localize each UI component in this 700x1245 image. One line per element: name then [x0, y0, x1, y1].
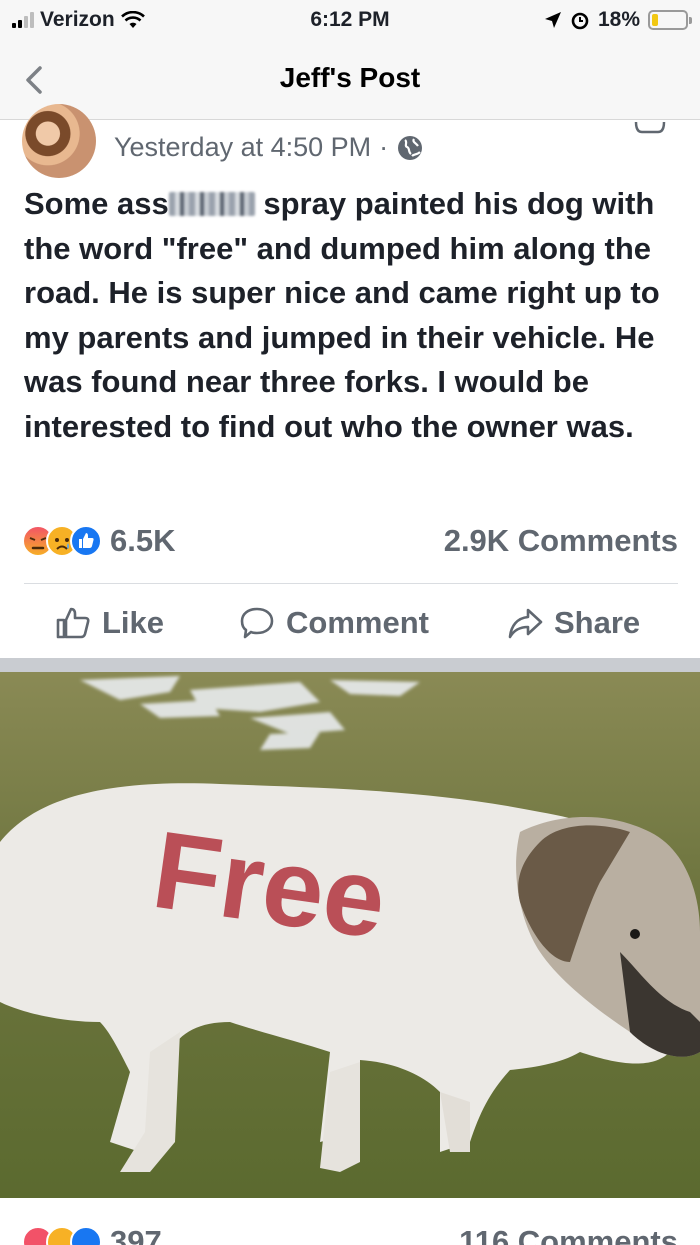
reaction-count[interactable]: 6.5K	[110, 523, 175, 559]
alarm-icon	[571, 12, 589, 30]
status-bar: Verizon 6:12 PM 18%	[0, 0, 700, 40]
feed-separator	[0, 658, 700, 672]
next-reaction-icons: 397	[22, 1224, 162, 1245]
next-post-preview: 397 116 Comments	[0, 1198, 700, 1245]
page-title: Jeff's Post	[279, 62, 421, 93]
next-reaction-count[interactable]: 397	[110, 1224, 162, 1245]
post-menu-chevron-icon[interactable]	[634, 120, 666, 134]
comment-bubble-icon	[240, 607, 274, 639]
globe-icon	[398, 135, 423, 160]
post-body: Some ass spray painted his dog with the …	[24, 182, 684, 449]
post-actions: Like Comment Share	[0, 596, 700, 652]
post-meta: Yesterday at 4:50 PM ·	[114, 132, 424, 163]
post-text-start: Some ass	[24, 186, 169, 221]
divider	[24, 583, 678, 584]
like-reaction-icon	[70, 1226, 102, 1245]
author-avatar[interactable]	[22, 104, 96, 178]
battery-percent: 18%	[597, 8, 640, 31]
comment-button[interactable]: Comment	[238, 604, 429, 642]
status-indicators: 18%	[544, 8, 692, 32]
location-arrow-icon	[544, 12, 561, 28]
like-button[interactable]: Like	[54, 604, 164, 642]
meta-separator: ·	[379, 132, 389, 162]
comment-count[interactable]: 2.9K Comments	[444, 523, 678, 559]
reaction-summary[interactable]: 6.5K 2.9K Comments	[22, 520, 678, 562]
like-reaction-icon	[70, 525, 102, 557]
reaction-icons[interactable]: 6.5K	[22, 523, 175, 559]
post-photo[interactable]: Free	[0, 672, 700, 1198]
battery-icon	[648, 10, 692, 30]
share-button[interactable]: Share	[506, 604, 640, 642]
comment-label: Comment	[286, 605, 429, 640]
thumbs-up-icon	[56, 607, 90, 639]
navigation-bar: Jeff's Post	[0, 40, 700, 120]
next-post-summary[interactable]: 397 116 Comments	[22, 1224, 678, 1245]
dog-photo: Free	[0, 672, 700, 1198]
share-arrow-icon	[508, 608, 543, 639]
post-header: Yesterday at 4:50 PM ·	[0, 104, 700, 178]
share-label: Share	[554, 605, 641, 640]
like-label: Like	[102, 605, 165, 640]
next-comment-count[interactable]: 116 Comments	[459, 1224, 678, 1245]
censored-word	[168, 192, 255, 216]
post-timestamp[interactable]: Yesterday at 4:50 PM	[114, 132, 371, 163]
post-text-end: spray painted his dog with the word "fre…	[24, 186, 660, 444]
